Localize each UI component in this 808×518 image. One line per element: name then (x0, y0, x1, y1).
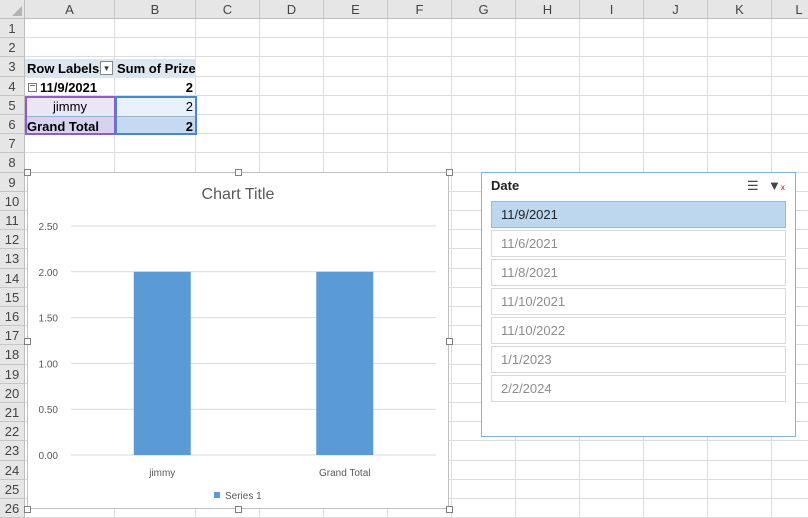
row-header-4[interactable]: 4 (0, 76, 25, 96)
column-header-J[interactable]: J (644, 0, 708, 19)
clear-filter-icon[interactable]: ▼x (768, 178, 785, 193)
legend-swatch (214, 492, 220, 498)
y-tick-label: 0.00 (39, 451, 59, 462)
row-header-2[interactable]: 2 (0, 38, 25, 58)
chart-title: Chart Title (202, 186, 275, 203)
legend-label: Series 1 (225, 491, 262, 502)
resize-handle[interactable] (446, 337, 453, 345)
column-header-E[interactable]: E (324, 0, 388, 19)
row-header-9[interactable]: 9 (0, 172, 25, 192)
resize-handle[interactable] (24, 169, 31, 176)
resize-handle[interactable] (446, 169, 453, 176)
resize-handle[interactable] (235, 506, 242, 513)
slicer-item[interactable]: 1/1/2023 (491, 346, 786, 373)
pivot-group-label[interactable]: 11/9/2021 (40, 78, 115, 97)
column-header-F[interactable]: F (388, 0, 452, 19)
multi-select-icon[interactable]: ☰ (747, 178, 759, 194)
date-slicer[interactable]: Date ☰ ▼x 11/9/2021 11/6/2021 11/8/2021 11/… (481, 172, 796, 437)
resize-handle[interactable] (235, 169, 242, 176)
row-header-19[interactable]: 19 (0, 364, 25, 384)
resize-handle[interactable] (24, 506, 31, 513)
row-header-15[interactable]: 15 (0, 287, 25, 307)
column-header-L[interactable]: L (772, 0, 808, 19)
column-header-G[interactable]: G (452, 0, 516, 19)
row-header-17[interactable]: 17 (0, 326, 25, 346)
slicer-item[interactable]: 11/6/2021 (491, 230, 786, 257)
collapse-icon[interactable]: − (28, 82, 37, 92)
gridline-h (25, 37, 808, 39)
row-header-16[interactable]: 16 (0, 307, 25, 327)
row-header-1[interactable]: 1 (0, 19, 25, 39)
column-header-D[interactable]: D (260, 0, 324, 19)
gridline-h (25, 152, 808, 154)
row-header-26[interactable]: 26 (0, 499, 25, 518)
chart-plot: Chart Title 0.00 0.50 1.00 1.50 2.00 2.50 jimmy… (39, 186, 436, 502)
slicer-item[interactable]: 11/10/2021 (491, 288, 786, 315)
slicer-title: Date (491, 178, 520, 193)
y-tick-label: 1.50 (39, 314, 59, 325)
y-tick-label: 2.00 (39, 268, 59, 279)
row-header-25[interactable]: 25 (0, 479, 25, 499)
chart[interactable]: Chart Title 0.00 0.50 1.00 1.50 2.00 2.50 jimmy… (27, 172, 449, 509)
slicer-item[interactable]: 2/2/2024 (491, 375, 786, 402)
x-tick-label: jimmy (148, 468, 175, 479)
column-header-C[interactable]: C (196, 0, 260, 19)
row-header-13[interactable]: 13 (0, 249, 25, 269)
slicer-item[interactable]: 11/8/2021 (491, 259, 786, 286)
row-header-3[interactable]: 3 (0, 57, 25, 77)
pivot-item-value[interactable]: 2 (115, 97, 196, 116)
row-header-10[interactable]: 10 (0, 191, 25, 211)
row-header-5[interactable]: 5 (0, 95, 25, 115)
bar-grand-total (316, 271, 374, 455)
pivot-total-label[interactable]: Grand Total (25, 116, 115, 135)
column-header-K[interactable]: K (708, 0, 772, 19)
row-header-12[interactable]: 12 (0, 230, 25, 250)
row-header-8[interactable]: 8 (0, 153, 25, 173)
column-header-B[interactable]: B (115, 0, 196, 19)
pivot-item-label[interactable]: jimmy (25, 97, 115, 116)
bar-jimmy (133, 271, 191, 455)
column-header-A[interactable]: A (25, 0, 115, 19)
resize-handle[interactable] (24, 337, 31, 345)
row-header-18[interactable]: 18 (0, 345, 25, 365)
row-header-21[interactable]: 21 (0, 403, 25, 423)
select-all-corner[interactable] (0, 0, 25, 19)
x-tick-label: Grand Total (319, 468, 371, 479)
y-tick-label: 2.50 (39, 222, 59, 233)
filter-dropdown-icon[interactable]: ▾ (100, 61, 113, 75)
row-header-6[interactable]: 6 (0, 115, 25, 135)
row-header-7[interactable]: 7 (0, 134, 25, 154)
row-header-23[interactable]: 23 (0, 441, 25, 461)
pivot-value-header[interactable]: Sum of Prize (115, 59, 196, 78)
row-header-20[interactable]: 20 (0, 383, 25, 403)
slicer-item[interactable]: 11/9/2021 (491, 201, 786, 228)
row-header-14[interactable]: 14 (0, 268, 25, 288)
column-header-H[interactable]: H (516, 0, 580, 19)
pivot-total-value[interactable]: 2 (115, 116, 196, 135)
row-header-24[interactable]: 24 (0, 460, 25, 480)
slicer-item[interactable]: 11/10/2022 (491, 317, 786, 344)
row-header-11[interactable]: 11 (0, 211, 25, 231)
resize-handle[interactable] (446, 506, 453, 513)
gridline-h (25, 56, 808, 58)
y-tick-label: 0.50 (39, 405, 59, 416)
pivot-group-value[interactable]: 2 (115, 78, 196, 97)
row-header-22[interactable]: 22 (0, 422, 25, 442)
y-tick-label: 1.00 (39, 359, 59, 370)
column-header-I[interactable]: I (580, 0, 644, 19)
